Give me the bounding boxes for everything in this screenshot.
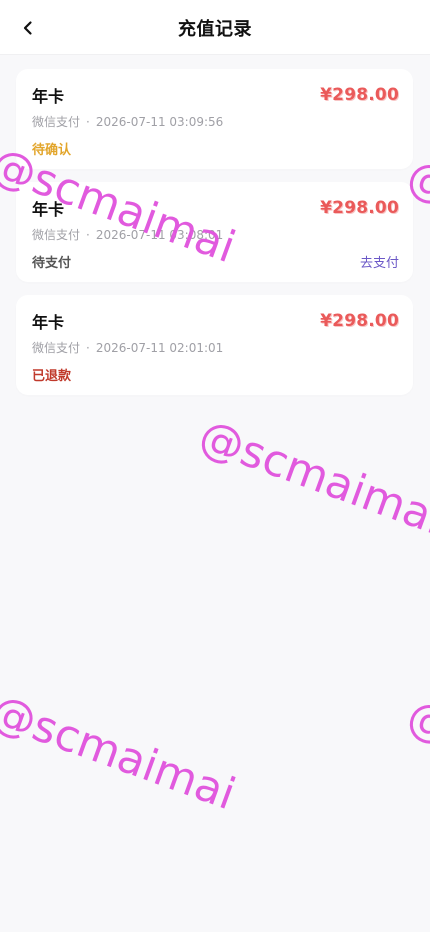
watermark-text: @scmaimai <box>192 410 430 546</box>
record-title: 年卡 <box>32 313 65 332</box>
status-label: 待支付 <box>32 256 72 271</box>
page-title: 充值记录 <box>178 19 252 40</box>
record-card[interactable]: 年卡 ¥298.00 微信支付 · 2026-07-11 03:09:56 待确认 <box>16 69 413 169</box>
record-datetime: 2026-07-11 02:01:01 <box>95 341 224 355</box>
meta-separator: · <box>86 115 90 129</box>
record-card[interactable]: 年卡 ¥298.00 微信支付 · 2026-07-11 03:08:01 待支付 … <box>16 182 413 282</box>
payment-method: 微信支付 <box>32 228 81 242</box>
pay-now-link[interactable]: 去支付 <box>360 252 399 271</box>
status-label: 待确认 <box>32 143 72 158</box>
record-meta: 微信支付 · 2026-07-11 03:09:56 <box>32 113 223 130</box>
record-meta: 微信支付 · 2026-07-11 02:01:01 <box>32 339 223 356</box>
record-amount: ¥298.00 <box>320 198 399 218</box>
payment-method: 微信支付 <box>32 115 81 129</box>
record-datetime: 2026-07-11 03:09:56 <box>95 115 224 129</box>
meta-separator: · <box>86 341 90 355</box>
watermark-text-edge: @scmaimai <box>400 690 430 826</box>
record-title: 年卡 <box>32 87 65 106</box>
meta-separator: · <box>86 228 90 242</box>
record-datetime: 2026-07-11 03:08:01 <box>95 228 224 242</box>
header-bar: 充值记录 <box>0 0 430 55</box>
record-title: 年卡 <box>32 200 65 219</box>
record-meta: 微信支付 · 2026-07-11 03:08:01 <box>32 226 223 243</box>
record-amount: ¥298.00 <box>320 311 399 331</box>
watermark-text: @scmaimai <box>0 685 242 821</box>
status-label: 已退款 <box>32 369 72 384</box>
record-card[interactable]: 年卡 ¥298.00 微信支付 · 2026-07-11 02:01:01 已退款 <box>16 295 413 395</box>
record-amount: ¥298.00 <box>320 85 399 105</box>
payment-method: 微信支付 <box>32 341 81 355</box>
